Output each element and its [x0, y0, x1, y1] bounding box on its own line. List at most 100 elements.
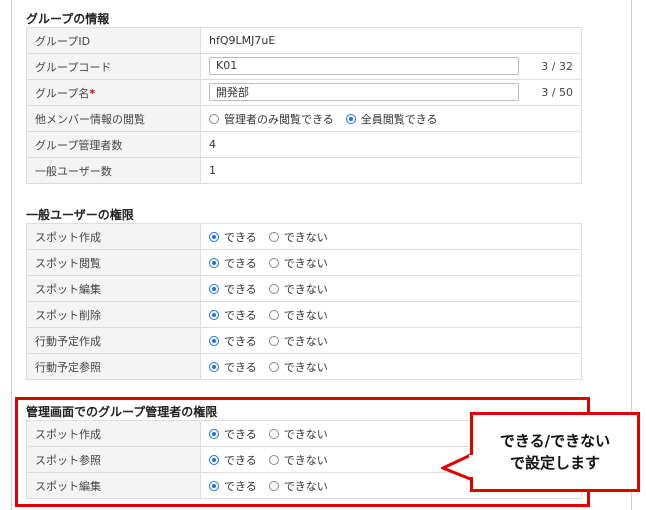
user-permissions-table: スポット作成 できる できない スポット閲覧 できる できない スポット編集 できる できないス…: [26, 223, 582, 380]
radio-cannot-circle[interactable]: [268, 231, 279, 242]
radio-can-circle[interactable]: [209, 335, 219, 346]
radio-cannot[interactable]: できない: [268, 281, 328, 297]
permission-radio-group: できる できない: [209, 426, 340, 442]
callout-line-1: できる/できない: [499, 432, 611, 450]
radio-all-members[interactable]: 全員閲覧できる: [345, 111, 438, 127]
radio-can[interactable]: できる: [209, 359, 257, 375]
group-info-table: グループID hfQ9LMJ7uE グループコード 3 / 32 グループ名* …: [26, 27, 582, 184]
user-count-label: 一般ユーザー数: [26, 157, 201, 184]
radio-cannot[interactable]: できない: [268, 307, 328, 323]
radio-can-circle[interactable]: [209, 480, 219, 491]
permission-label: 行動予定作成: [26, 327, 201, 354]
radio-can-circle[interactable]: [209, 283, 219, 294]
permission-label: スポット作成: [26, 420, 201, 447]
radio-cannot-label: できない: [283, 256, 328, 270]
radio-all-members-circle[interactable]: [345, 113, 356, 124]
group-name-label: グループ名: [35, 86, 90, 100]
radio-all-members-label: 全員閲覧できる: [360, 112, 438, 126]
row-group-id: グループID hfQ9LMJ7uE: [26, 27, 582, 54]
permission-radio-group: できる できない: [209, 333, 340, 349]
permission-label: スポット閲覧: [26, 249, 201, 276]
group-code-input[interactable]: [209, 56, 519, 75]
radio-can[interactable]: できる: [209, 281, 257, 297]
radio-cannot-circle[interactable]: [268, 454, 279, 465]
callout-text: できる/できない で設定します: [500, 430, 610, 474]
radio-cannot-circle[interactable]: [268, 335, 279, 346]
permission-radio-group: できる できない: [209, 229, 340, 245]
callout-bubble: できる/できない で設定します: [470, 412, 640, 492]
group-info-title: グループの情報: [26, 12, 110, 26]
row-user-count: 一般ユーザー数 1: [26, 157, 582, 184]
permission-row: 行動予定作成 できる できない: [26, 327, 582, 354]
radio-can-circle[interactable]: [209, 257, 219, 268]
radio-cannot[interactable]: できない: [268, 452, 328, 468]
permission-label: スポット参照: [26, 446, 201, 473]
row-member-view: 他メンバー情報の閲覧 管理者のみ閲覧できる 全員閲覧できる: [26, 105, 582, 132]
permission-row: スポット閲覧 できる できない: [26, 249, 582, 276]
user-count-value: 1: [200, 157, 582, 184]
radio-can[interactable]: できる: [209, 452, 257, 468]
permission-label: スポット編集: [26, 275, 201, 302]
radio-cannot-label: できない: [283, 479, 328, 493]
radio-cannot[interactable]: できない: [268, 426, 328, 442]
permission-row: スポット編集 できる できない: [26, 275, 582, 302]
radio-cannot-label: できない: [283, 360, 328, 374]
radio-can[interactable]: できる: [209, 255, 257, 271]
radio-can-circle[interactable]: [209, 428, 219, 439]
radio-can[interactable]: できる: [209, 426, 257, 442]
radio-can[interactable]: できる: [209, 333, 257, 349]
group-name-counter: 3 / 50: [541, 85, 573, 99]
group-name-input[interactable]: [209, 82, 519, 101]
member-view-radio-group: 管理者のみ閲覧できる 全員閲覧できる: [209, 111, 450, 127]
permission-radio-group: できる できない: [209, 281, 340, 297]
callout-tail-join: [469, 455, 475, 477]
radio-cannot[interactable]: できない: [268, 255, 328, 271]
callout-line-2: で設定します: [509, 454, 600, 472]
radio-can-circle[interactable]: [209, 231, 219, 242]
radio-admin-only-label: 管理者のみ閲覧できる: [224, 112, 334, 126]
radio-cannot[interactable]: できない: [268, 478, 328, 494]
radio-cannot-circle[interactable]: [268, 480, 279, 491]
group-id-label: グループID: [26, 27, 201, 54]
radio-cannot-circle[interactable]: [268, 283, 279, 294]
radio-cannot-circle[interactable]: [268, 257, 279, 268]
radio-can[interactable]: できる: [209, 478, 257, 494]
group-id-value: hfQ9LMJ7uE: [200, 27, 582, 54]
radio-cannot-label: できない: [283, 427, 328, 441]
radio-can-label: できる: [224, 230, 257, 244]
radio-admin-only-circle[interactable]: [209, 113, 219, 124]
radio-cannot-circle[interactable]: [268, 309, 279, 320]
radio-cannot[interactable]: できない: [268, 359, 328, 375]
radio-can-label: できる: [224, 453, 257, 467]
radio-cannot[interactable]: できない: [268, 229, 328, 245]
permission-label: スポット削除: [26, 301, 201, 328]
permission-row: スポット削除 できる できない: [26, 301, 582, 328]
radio-cannot-label: できない: [283, 282, 328, 296]
radio-can-circle[interactable]: [209, 454, 219, 465]
row-group-code: グループコード 3 / 32: [26, 53, 582, 80]
admin-count-value: 4: [200, 131, 582, 158]
row-group-name: グループ名* 3 / 50: [26, 79, 582, 106]
group-code-label: グループコード: [26, 53, 201, 80]
radio-can-circle[interactable]: [209, 361, 219, 372]
permission-row: 行動予定参照 できる できない: [26, 353, 582, 380]
radio-can-label: できる: [224, 479, 257, 493]
radio-cannot-label: できない: [283, 308, 328, 322]
permission-label: 行動予定参照: [26, 353, 201, 380]
radio-cannot-circle[interactable]: [268, 428, 279, 439]
permission-radio-group: できる できない: [209, 452, 340, 468]
permission-radio-group: できる できない: [209, 478, 340, 494]
radio-cannot-label: できない: [283, 230, 328, 244]
radio-cannot-circle[interactable]: [268, 361, 279, 372]
radio-can-label: できる: [224, 427, 257, 441]
group-code-counter: 3 / 32: [541, 59, 573, 73]
radio-cannot[interactable]: できない: [268, 333, 328, 349]
row-admin-count: グループ管理者数 4: [26, 131, 582, 158]
radio-can-circle[interactable]: [209, 309, 219, 320]
user-permissions-title: 一般ユーザーの権限: [26, 208, 134, 222]
radio-can[interactable]: できる: [209, 229, 257, 245]
radio-admin-only[interactable]: 管理者のみ閲覧できる: [209, 111, 334, 127]
member-view-label: 他メンバー情報の閲覧: [26, 105, 201, 132]
radio-can[interactable]: できる: [209, 307, 257, 323]
required-mark: *: [89, 86, 96, 100]
